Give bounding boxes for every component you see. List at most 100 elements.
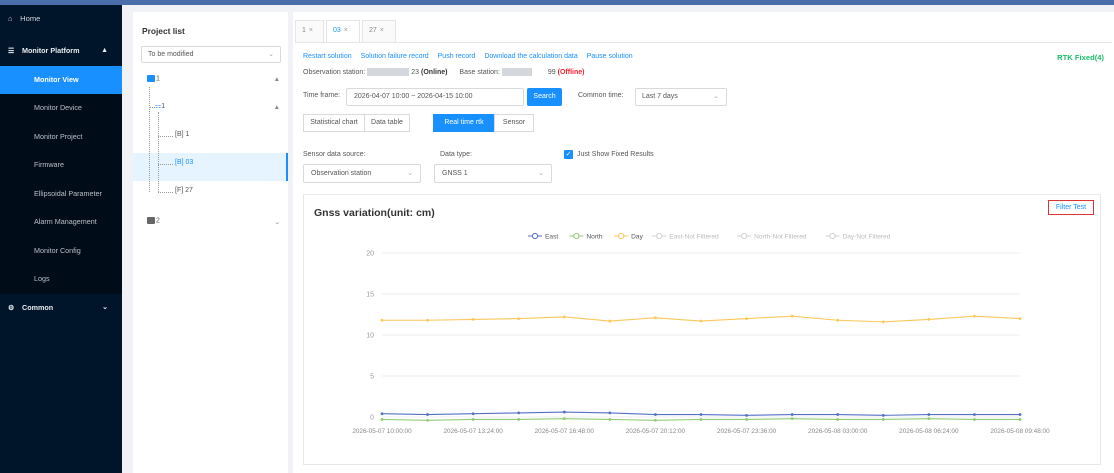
- project-list-panel: Project list To be modified ⌄ 1 ▲ ⚏1 ▲ […: [133, 12, 288, 473]
- data-point: [699, 319, 703, 323]
- sidebar-item-alarm-management[interactable]: Alarm Management: [0, 208, 122, 237]
- sidebar-group-label: Monitor Platform: [22, 46, 80, 55]
- tab-statistical-chart[interactable]: Statistical chart: [303, 114, 365, 132]
- data-point: [699, 413, 703, 416]
- legend-marker: [618, 232, 625, 240]
- y-tick-label: 20: [366, 251, 374, 258]
- date-range-picker[interactable]: 2026-04-07 10:00 ~ 2026-04-15 10:00: [346, 88, 524, 106]
- sidebar-group-monitor-platform[interactable]: ☰ Monitor Platform ▲: [0, 37, 122, 66]
- data-type-value: GNSS 1: [442, 170, 468, 177]
- sidebar-item-monitor-view[interactable]: Monitor View: [0, 65, 122, 94]
- tree-leaf-b03[interactable]: [B] 03: [175, 159, 193, 166]
- data-point: [654, 418, 657, 422]
- sidebar-submenu: Monitor View Monitor Device Monitor Proj…: [0, 65, 122, 294]
- fixed-only-checkbox[interactable]: ✓: [564, 150, 573, 159]
- data-point: [836, 413, 840, 416]
- tree-node-group-1[interactable]: ⚏1: [155, 102, 165, 110]
- tree-connector: [158, 164, 173, 165]
- tab-real-time-rtk[interactable]: Real time rtk: [433, 114, 495, 132]
- chevron-down-icon: ⌄: [713, 93, 719, 100]
- data-point: [973, 413, 976, 416]
- tree-leaf-f27[interactable]: [F] 27: [175, 187, 193, 194]
- sensor-source-label: Sensor data source:: [303, 151, 366, 158]
- tree-node-label: 2: [156, 217, 160, 225]
- data-point: [836, 418, 840, 421]
- chevron-down-icon: ⌄: [102, 303, 108, 311]
- data-point: [927, 413, 931, 416]
- tab-sensor[interactable]: Sensor: [494, 114, 534, 132]
- data-type-label: Data type:: [440, 151, 472, 158]
- sidebar-item-ellipsoidal-parameter[interactable]: Ellipsoidal Parameter: [0, 180, 122, 209]
- sidebar-item-logs[interactable]: Logs: [0, 265, 122, 294]
- x-tick-label: 2026-05-07 10:00:00: [352, 428, 412, 435]
- legend-marker: [656, 232, 663, 240]
- solution-failure-record-link[interactable]: Solution failure record: [361, 53, 429, 60]
- chevron-down-icon[interactable]: ⌄: [275, 218, 280, 226]
- pause-solution-link[interactable]: Pause solution: [587, 53, 633, 60]
- data-point: [699, 418, 703, 421]
- close-icon[interactable]: ×: [309, 27, 313, 34]
- close-icon[interactable]: ×: [380, 27, 384, 34]
- data-type-select[interactable]: GNSS 1 ⌄: [434, 164, 552, 183]
- close-icon[interactable]: ×: [344, 27, 348, 34]
- sidebar-item-monitor-device[interactable]: Monitor Device: [0, 94, 122, 123]
- tabs-divider: [295, 42, 1112, 43]
- tab-1[interactable]: 1 ×: [295, 20, 324, 42]
- tree-node-label: 1: [156, 75, 160, 83]
- sidebar-item-monitor-project[interactable]: Monitor Project: [0, 123, 122, 152]
- data-point: [745, 317, 748, 320]
- chevron-up-icon[interactable]: ▲: [274, 76, 280, 83]
- sidebar-item-label: Ellipsoidal Parameter: [34, 188, 102, 198]
- y-tick-label: 10: [366, 333, 374, 340]
- push-record-link[interactable]: Push record: [438, 53, 476, 60]
- chevron-down-icon: ⌄: [407, 170, 413, 177]
- sidebar-item-home[interactable]: ⌂ Home: [0, 5, 122, 33]
- common-time-select[interactable]: Last 7 days ⌄: [635, 88, 727, 106]
- tree-connector: [158, 136, 173, 137]
- tree-node-project-2[interactable]: 2: [147, 217, 160, 224]
- project-filter-select[interactable]: To be modified ⌄: [141, 46, 281, 63]
- redacted-block: [367, 68, 410, 76]
- sensor-source-select[interactable]: Observation station ⌄: [303, 164, 421, 183]
- download-calculation-data-link[interactable]: Download the calculation data: [484, 53, 577, 60]
- tab-03[interactable]: 03 ×: [326, 20, 360, 42]
- sidebar-item-monitor-config[interactable]: Monitor Config: [0, 237, 122, 266]
- data-point: [517, 418, 521, 421]
- data-point: [380, 318, 384, 322]
- legend-marker: [829, 232, 836, 240]
- sidebar-item-label: Monitor Project: [34, 131, 83, 141]
- time-frame-label: Time frame:: [303, 92, 341, 99]
- data-point: [562, 315, 566, 319]
- data-point: [927, 417, 931, 421]
- tree-leaf-b1[interactable]: [B] 1: [175, 131, 189, 138]
- station-info: Observation station: 23 (Online) Base sta…: [303, 68, 584, 76]
- search-button[interactable]: Search: [527, 88, 562, 106]
- tab-data-table[interactable]: Data table: [364, 114, 410, 132]
- main-content: 1 × 03 × 27 × Restart solution Solution fai…: [293, 12, 1114, 473]
- tree-leaf-label: [B] 1: [175, 131, 190, 138]
- sidebar-group-common[interactable]: ⚙ Common ⌄: [0, 294, 122, 323]
- project-list-title: Project list: [142, 26, 185, 36]
- restart-solution-link[interactable]: Restart solution: [303, 53, 352, 60]
- tab-label: 1: [302, 27, 306, 34]
- sensor-source-value: Observation station: [311, 170, 372, 177]
- gnss-chart: 0 5 10 15 20 2026-05-07 10:00:00 2026-05-07 13…: [352, 232, 1050, 435]
- sidebar-item-firmware[interactable]: Firmware: [0, 151, 122, 180]
- x-tick-label: 2026-05-07 13:24:00: [443, 428, 503, 435]
- data-point: [927, 318, 931, 321]
- tree-connector: [158, 192, 173, 193]
- data-point: [562, 410, 566, 414]
- gear-icon: ⚙: [8, 302, 15, 312]
- tab-27[interactable]: 27 ×: [362, 20, 396, 42]
- legend-label: North: [586, 234, 602, 241]
- data-point: [380, 418, 384, 421]
- data-point: [608, 411, 612, 415]
- chevron-up-icon[interactable]: ▲: [274, 104, 280, 111]
- data-point: [1018, 413, 1022, 416]
- x-tick-label: 2026-05-08 09:48:00: [990, 428, 1050, 435]
- project-filter-value: To be modified: [148, 51, 194, 58]
- tree-node-project-1[interactable]: 1: [147, 75, 160, 82]
- chevron-down-icon: ⌄: [538, 170, 544, 177]
- monitor-platform-icon: ☰: [8, 48, 15, 55]
- data-point: [881, 413, 885, 417]
